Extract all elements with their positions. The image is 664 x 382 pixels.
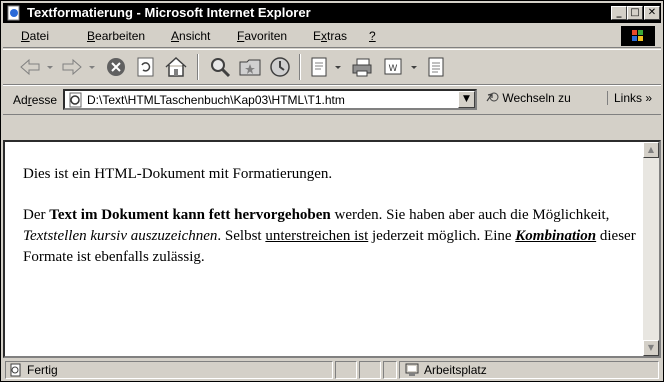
address-url: D:\Text\HTMLTaschenbuch\Kap03\HTML\T1.ht… [87, 93, 345, 107]
windows-logo-throbber [621, 26, 655, 46]
status-text-panel: Fertig [5, 361, 333, 379]
menu-extras[interactable]: Extras [313, 29, 347, 43]
refresh-icon[interactable] [133, 54, 159, 80]
vertical-scrollbar[interactable]: ▲ ▼ [643, 142, 659, 356]
zone-label: Arbeitsplatz [424, 363, 487, 377]
print-icon[interactable] [349, 54, 375, 80]
windows-flag-icon [632, 30, 643, 41]
links-button[interactable]: Links » [607, 91, 652, 105]
history-icon[interactable] [267, 54, 293, 80]
status-panel-empty [359, 361, 381, 379]
address-input[interactable]: D:\Text\HTMLTaschenbuch\Kap03\HTML\T1.ht… [63, 89, 477, 110]
status-bar: Fertig Arbeitsplatz [3, 359, 661, 381]
italic-text: Textstellen kursiv auszuzeichnen [23, 228, 218, 244]
home-icon[interactable] [163, 54, 189, 80]
menu-bearbeiten[interactable]: Bearbeiten [87, 29, 145, 43]
svg-text:W: W [389, 64, 398, 74]
ie-page-icon [69, 92, 82, 108]
search-icon[interactable] [207, 54, 233, 80]
go-arrow-icon [486, 92, 499, 102]
combination-text: Kombination [515, 228, 597, 244]
toolbar-separator [299, 54, 301, 80]
menu-favoriten[interactable]: Favoriten [237, 29, 287, 43]
paragraph-1: Dies ist ein HTML-Dokument mit Formatier… [23, 166, 333, 182]
document-body: Dies ist ein HTML-Dokument mit Formatier… [23, 164, 637, 288]
underline-text: unterstreichen ist [265, 228, 369, 244]
favorites-icon[interactable] [237, 54, 263, 80]
toolbar-separator [197, 54, 199, 80]
forward-icon[interactable] [59, 54, 85, 80]
minimize-button[interactable]: _ [611, 6, 627, 20]
page-content: Dies ist ein HTML-Dokument mit Formatier… [3, 140, 661, 358]
status-text: Fertig [27, 363, 58, 377]
edit-icon[interactable]: W [381, 54, 407, 80]
mail-icon[interactable] [307, 54, 333, 80]
scroll-down-button[interactable]: ▼ [643, 340, 659, 356]
maximize-button[interactable]: □ [627, 6, 643, 20]
my-computer-icon [405, 363, 419, 376]
discuss-icon[interactable] [423, 54, 449, 80]
edit-dropdown-icon[interactable] [409, 54, 419, 80]
ie-page-icon [7, 5, 20, 21]
browser-window: Textformatierung - Microsoft Internet Ex… [0, 0, 664, 382]
menu-datei[interactable]: Datei [21, 29, 49, 43]
bold-text: Text im Dokument kann fett hervorgehoben [49, 207, 331, 223]
stop-icon[interactable] [103, 54, 129, 80]
close-button[interactable]: ✕ [644, 6, 660, 20]
address-bar: Adresse D:\Text\HTMLTaschenbuch\Kap03\HT… [3, 85, 661, 115]
mail-dropdown-icon[interactable] [333, 54, 343, 80]
go-button[interactable]: Wechseln zu [485, 91, 571, 105]
address-label: Adresse [13, 93, 58, 107]
page-done-icon [10, 363, 21, 377]
window-title: Textformatierung - Microsoft Internet Ex… [27, 5, 311, 20]
forward-dropdown-icon[interactable] [87, 54, 97, 80]
back-icon[interactable] [17, 54, 43, 80]
status-panel-empty [335, 361, 357, 379]
status-panel-empty [383, 361, 397, 379]
menu-ansicht[interactable]: Ansicht [171, 29, 210, 43]
paragraph-2: Der Text im Dokument kann fett hervorgeh… [23, 207, 636, 265]
title-bar[interactable]: Textformatierung - Microsoft Internet Ex… [3, 3, 661, 23]
scroll-up-button[interactable]: ▲ [643, 142, 659, 158]
address-dropdown-button[interactable]: ▼ [458, 91, 475, 108]
zone-panel: Arbeitsplatz [399, 361, 659, 379]
menu-bar: Datei Bearbeiten Ansicht Favoriten Extra… [3, 25, 661, 48]
back-dropdown-icon[interactable] [45, 54, 55, 80]
standard-toolbar: W [3, 49, 661, 85]
menu-help[interactable]: ? [369, 29, 376, 43]
